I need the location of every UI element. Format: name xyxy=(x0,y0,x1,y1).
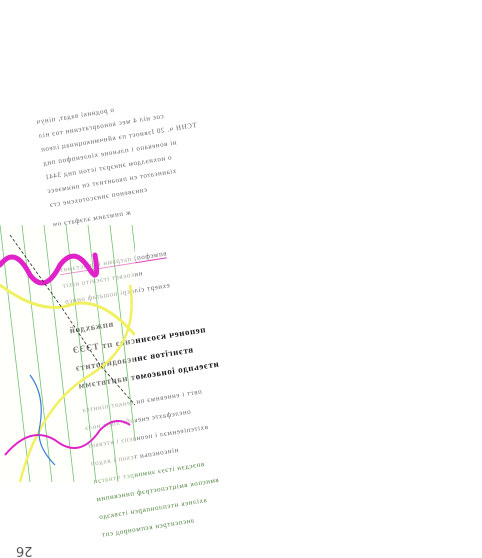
map-fragment: 26 xyxy=(0,225,135,558)
map-sheet-number: 26 xyxy=(16,543,33,558)
document-text: о родникі вадат, пінуч соє ніл 4 мес коно… xyxy=(26,0,480,539)
document-line: анєпєитрєи кєпмонрод єпт xyxy=(100,516,195,539)
map-graphic xyxy=(0,225,135,482)
